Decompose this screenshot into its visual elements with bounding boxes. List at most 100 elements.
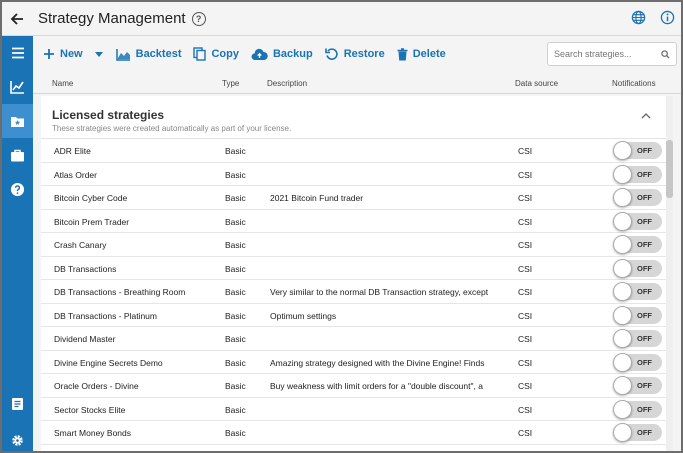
notification-toggle[interactable]: OFF (613, 423, 662, 442)
row-type: Basic (225, 216, 246, 227)
sidebar-item-strategies[interactable] (2, 104, 33, 138)
notification-toggle[interactable]: OFF (613, 258, 662, 278)
row-name: DB Transactions - Breathing Room (54, 287, 186, 297)
search-icon[interactable] (661, 49, 670, 59)
search-input[interactable] (554, 49, 654, 59)
menu-icon (11, 47, 24, 59)
chart-icon (10, 81, 24, 94)
row-description: Buy weakness with limit orders for a "do… (270, 381, 483, 391)
table-row[interactable]: DB Transactions - Breathing Room Basic Ver… (41, 280, 673, 304)
new-button[interactable]: New (43, 42, 104, 66)
row-data-source: CSI (518, 216, 533, 227)
scrollbar-thumb[interactable] (666, 140, 673, 198)
table-row[interactable]: Dividend Master Basic CSI OFF (41, 327, 673, 351)
help-icon (10, 182, 25, 196)
table-row[interactable]: Bitcoin Cyber Code Basic 2021 Bitcoin Fund… (41, 186, 673, 210)
restore-icon (324, 48, 338, 60)
row-name: DB Transactions - Platinum (54, 310, 157, 321)
row-type: Basic (225, 404, 246, 415)
sidebar-item-menu[interactable] (2, 36, 33, 70)
col-data-source[interactable]: Data source (515, 79, 558, 88)
sidebar-item-portfolio[interactable] (2, 138, 33, 172)
table-row[interactable]: Oracle Orders - Divine Basic Buy weakness … (41, 374, 673, 398)
toggle-knob (613, 305, 632, 325)
notification-toggle[interactable]: OFF (613, 399, 662, 419)
row-name: ADR Elite (54, 146, 91, 156)
plus-icon (44, 49, 54, 59)
row-name: Bitcoin Prem Trader (54, 216, 130, 227)
sidebar-item-docs[interactable] (2, 387, 33, 421)
help-circle-icon[interactable]: ? (191, 11, 206, 26)
row-type: Basic (225, 310, 246, 321)
toggle-knob (613, 282, 632, 301)
back-button[interactable] (2, 2, 32, 36)
table-row[interactable]: ADR Elite Basic CSI OFF (41, 139, 673, 163)
toggle-knob (613, 376, 632, 395)
notification-toggle[interactable]: OFF (613, 188, 662, 207)
notification-toggle[interactable]: OFF (613, 211, 662, 231)
sidebar-item-chart[interactable] (2, 70, 33, 104)
table-row[interactable]: Crash Canary Basic CSI OFF (41, 233, 673, 257)
toggle-knob (613, 329, 632, 348)
col-description[interactable]: Description (267, 79, 307, 88)
sidebar-item-help[interactable] (2, 172, 33, 206)
toggle-label: OFF (637, 381, 652, 390)
backtest-button[interactable]: Backtest (115, 42, 181, 66)
row-data-source: CSI (518, 428, 533, 438)
notification-toggle[interactable]: OFF (613, 329, 662, 348)
row-data-source: CSI (518, 310, 533, 321)
notification-toggle[interactable]: OFF (613, 235, 662, 254)
toggle-knob (613, 188, 632, 207)
sidebar (2, 36, 33, 451)
restore-button[interactable]: Restore (324, 42, 385, 66)
table-row[interactable]: Smart Money Bonds Basic CSI OFF (41, 421, 673, 445)
notification-toggle[interactable]: OFF (613, 141, 662, 160)
row-type: Basic (225, 146, 246, 156)
row-type: Basic (225, 381, 246, 391)
table-row[interactable]: Atlas Order Basic CSI OFF (41, 163, 673, 186)
scrollbar[interactable] (666, 96, 673, 451)
col-name[interactable]: Name (52, 79, 73, 88)
notification-toggle[interactable]: OFF (613, 352, 662, 372)
globe-icon[interactable] (631, 10, 646, 25)
row-data-source: CSI (518, 263, 533, 274)
table-row[interactable]: Sector Stocks Elite Basic CSI OFF (41, 398, 673, 421)
cloud-upload-icon (251, 48, 268, 60)
sidebar-item-settings[interactable] (2, 423, 33, 451)
delete-button[interactable]: Delete (397, 42, 446, 66)
info-icon[interactable] (660, 10, 675, 25)
notification-toggle[interactable]: OFF (613, 282, 662, 301)
notification-toggle[interactable]: OFF (613, 305, 662, 325)
backtest-chart-icon (115, 48, 130, 61)
briefcase-icon (11, 149, 24, 161)
row-name: Atlas Order (54, 169, 97, 180)
toggle-knob (613, 423, 632, 442)
col-notifications[interactable]: Notifications (612, 79, 656, 88)
gear-icon (12, 434, 23, 446)
row-type: Basic (225, 357, 246, 368)
copy-button[interactable]: Copy (193, 42, 239, 66)
row-name: Dividend Master (54, 334, 116, 344)
row-description: Very similar to the normal DB Transactio… (270, 287, 489, 297)
table-row[interactable]: Bitcoin Prem Trader Basic CSI OFF (41, 210, 673, 233)
row-data-source: CSI (518, 146, 533, 156)
backup-button[interactable]: Backup (251, 42, 313, 66)
toggle-label: OFF (637, 428, 652, 437)
table-row[interactable]: DB Transactions - Platinum Basic Optimum s… (41, 304, 673, 327)
chevron-up-icon[interactable] (641, 112, 651, 119)
notification-toggle[interactable]: OFF (613, 376, 662, 395)
row-name: Crash Canary (54, 240, 107, 250)
strategy-rows: ADR Elite Basic CSI OFF Atlas Order Basic CSI O… (41, 139, 673, 445)
table-row[interactable]: Divine Engine Secrets Demo Basic Amazing s… (41, 351, 673, 374)
row-data-source: CSI (518, 334, 533, 344)
toggle-label: OFF (637, 404, 652, 414)
toggle-label: OFF (637, 263, 652, 273)
table-row[interactable]: DB Transactions Basic CSI OFF (41, 257, 673, 280)
notification-toggle[interactable]: OFF (613, 164, 662, 184)
toggle-knob (613, 352, 632, 372)
new-label: New (60, 48, 83, 60)
strategy-list: Licensed strategies These strategies wer… (41, 96, 673, 451)
caret-down-icon[interactable] (94, 50, 104, 58)
col-type[interactable]: Type (222, 79, 239, 88)
row-name: Smart Money Bonds (54, 428, 132, 438)
